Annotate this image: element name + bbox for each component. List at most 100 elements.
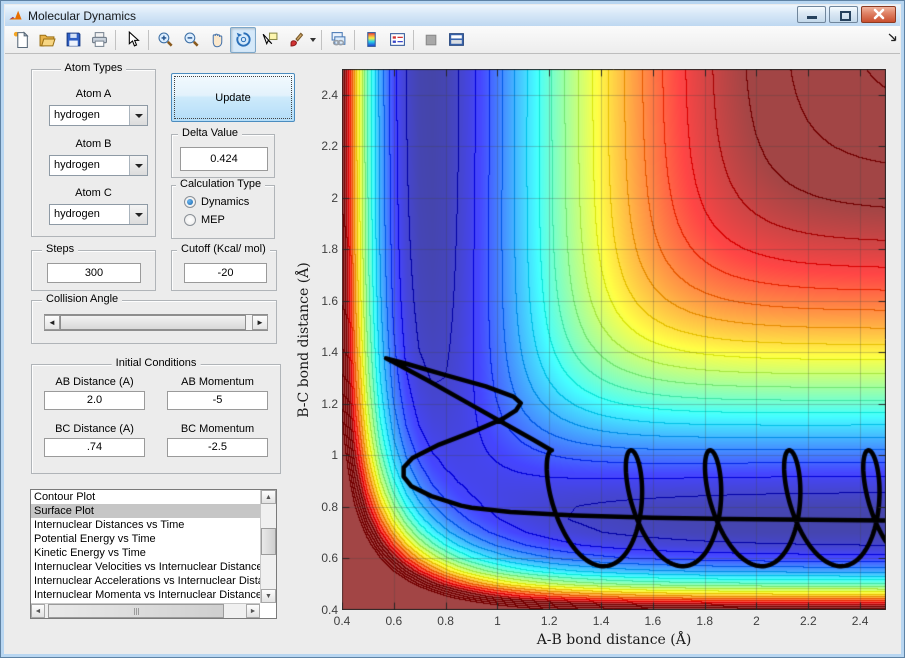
scroll-left-button[interactable]: ◄ [31, 604, 45, 618]
ab-distance-label: AB Distance (A) [55, 376, 134, 388]
toolbar-save-button[interactable] [60, 27, 86, 53]
dropdown-arrow-button[interactable] [129, 205, 147, 224]
ab-momentum-label: AB Momentum [181, 376, 254, 388]
link-plots-icon [331, 32, 345, 46]
toolbar-separator [115, 29, 116, 50]
atom-b-dropdown[interactable]: hydrogen [49, 155, 148, 176]
list-item[interactable]: Contour Plot [31, 490, 260, 504]
matlab-icon [9, 10, 22, 19]
vertical-scroll-thumb[interactable] [261, 528, 276, 555]
dropdown-arrow-button[interactable] [129, 156, 147, 175]
data-cursor-icon [262, 32, 277, 46]
x-tick-label: 1 [494, 614, 501, 628]
list-item[interactable]: Internuclear Distances vs Time [31, 518, 260, 532]
zoom-out-icon [183, 32, 199, 47]
ab-momentum-field[interactable]: -5 [167, 391, 268, 410]
panel-title: Delta Value [178, 127, 243, 139]
y-tick-label: 2.4 [321, 87, 338, 102]
x-tick-label: 2.2 [799, 614, 817, 628]
new-file-icon [13, 31, 29, 48]
pes-contour-plot-canvas[interactable] [342, 69, 886, 610]
update-button-label: Update [215, 91, 251, 104]
horizontal-scroll-thumb[interactable] [48, 604, 224, 618]
dynamics-radio[interactable] [184, 196, 196, 208]
update-button[interactable]: Update [171, 73, 295, 122]
panel-title: Atom Types [60, 62, 127, 74]
toolbar-separator [148, 29, 149, 50]
brush-icon [289, 32, 303, 47]
dock-figure-arrow-icon[interactable] [887, 32, 898, 43]
toolbar-data-cursor-button[interactable] [256, 27, 282, 53]
print-icon [91, 32, 107, 47]
scroll-right-button[interactable]: ► [246, 604, 260, 618]
list-item[interactable]: Potential Energy vs Time [31, 532, 260, 546]
plot-type-listbox[interactable]: Contour Plot Surface Plot Internuclear Dis… [30, 489, 277, 619]
slider-thumb[interactable] [60, 315, 246, 330]
pan-hand-icon [212, 33, 222, 48]
close-icon [873, 8, 885, 20]
y-tick-label: 0.6 [321, 551, 338, 566]
list-item[interactable]: Kinetic Energy vs Time [31, 546, 260, 560]
x-tick-label: 1.4 [592, 614, 610, 628]
vertical-scrollbar[interactable]: ▲ ▼ [260, 490, 276, 603]
toolbar-plot-tools-hide-button[interactable] [417, 27, 443, 53]
scroll-down-button[interactable]: ▼ [261, 589, 276, 603]
toolbar [5, 26, 900, 54]
close-button[interactable] [861, 6, 896, 23]
toolbar-zoom-in-button[interactable] [152, 27, 178, 53]
initial-conditions-panel: Initial Conditions AB Distance (A) AB Mo… [31, 357, 281, 474]
atom-b-value: hydrogen [54, 159, 100, 171]
toolbar-separator [354, 29, 355, 50]
slider-right-arrow[interactable]: ► [252, 315, 268, 330]
chevron-down-icon [134, 113, 143, 118]
titlebar[interactable]: Molecular Dynamics [5, 5, 900, 26]
toolbar-print-button[interactable] [86, 27, 112, 53]
bc-momentum-field[interactable]: -2.5 [167, 438, 268, 457]
mep-radio[interactable] [184, 214, 196, 226]
list-item[interactable]: Internuclear Velocities vs Internuclear … [31, 560, 260, 574]
delta-value-panel: Delta Value 0.424 [171, 127, 275, 178]
toolbar-pan-button[interactable] [204, 27, 230, 53]
atom-a-dropdown[interactable]: hydrogen [49, 105, 148, 126]
toolbar-rotate-3d-button[interactable] [230, 26, 256, 53]
list-item[interactable]: Internuclear Accelerations vs Internucle… [31, 574, 260, 588]
toolbar-insert-colorbar-button[interactable] [358, 27, 384, 53]
restore-button[interactable] [829, 6, 858, 23]
x-axis-label: A-B bond distance (Å) [536, 632, 692, 648]
atom-c-dropdown[interactable]: hydrogen [49, 204, 148, 225]
dynamics-radio-row[interactable]: Dynamics [184, 196, 249, 208]
panel-title: Cutoff (Kcal/ mol) [177, 243, 270, 255]
list-item[interactable]: Surface Plot [31, 504, 260, 518]
list-item[interactable]: Internuclear Momenta vs Internuclear Dis… [31, 588, 260, 602]
y-tick-label: 0.4 [321, 603, 338, 617]
toolbar-brush-button[interactable] [282, 27, 308, 53]
scroll-up-button[interactable]: ▲ [261, 490, 276, 504]
panel-title: Collision Angle [42, 293, 123, 305]
ab-distance-field[interactable]: 2.0 [44, 391, 145, 410]
horizontal-scrollbar[interactable]: ◄ ► [31, 603, 260, 618]
insert-legend-icon [389, 33, 405, 46]
dropdown-arrow-button[interactable] [129, 106, 147, 125]
steps-field[interactable]: 300 [47, 263, 141, 283]
atom-c-label: Atom C [75, 187, 112, 199]
restore-icon [840, 11, 851, 21]
panel-title: Calculation Type [176, 178, 266, 190]
toolbar-zoom-out-button[interactable] [178, 27, 204, 53]
toolbar-insert-legend-button[interactable] [384, 27, 410, 53]
chevron-down-icon [134, 163, 143, 168]
bc-distance-field[interactable]: .74 [44, 438, 145, 457]
toolbar-link-plots-button[interactable] [325, 27, 351, 53]
minimize-button[interactable] [797, 6, 826, 23]
toolbar-open-file-button[interactable] [34, 27, 60, 53]
slider-left-arrow[interactable]: ◄ [44, 315, 60, 330]
brush-dropdown-caret[interactable] [310, 37, 316, 42]
toolbar-separator [321, 29, 322, 50]
delta-value-field[interactable]: 0.424 [180, 147, 268, 171]
collision-angle-slider[interactable]: ◄ ► [44, 314, 268, 331]
cutoff-field[interactable]: -20 [184, 263, 267, 283]
toolbar-new-file-button[interactable] [8, 27, 34, 53]
toolbar-plot-tools-show-button[interactable] [443, 27, 469, 53]
mep-radio-row[interactable]: MEP [184, 214, 225, 226]
toolbar-cursor-button[interactable] [119, 27, 145, 53]
x-tick-label: 2 [753, 614, 760, 628]
